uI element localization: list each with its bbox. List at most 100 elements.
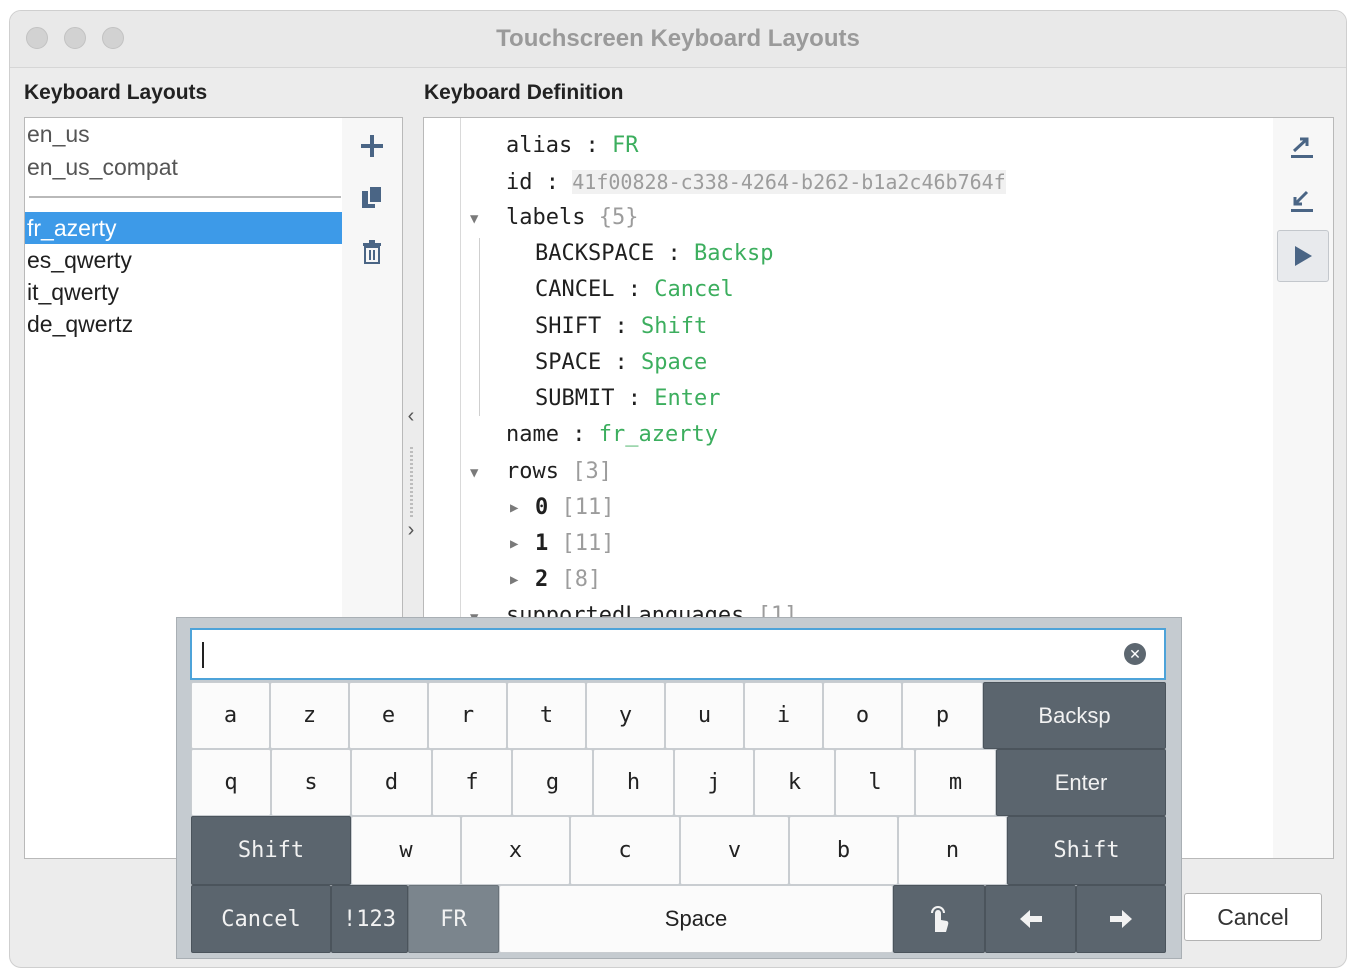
shift-key-left[interactable]: Shift [191,816,351,885]
key-x[interactable]: x [461,816,570,885]
arrow-left-icon [1019,910,1042,928]
numeric-key[interactable]: !123 [331,885,408,953]
node-value: Shift [640,314,708,339]
tree-node-label-entry[interactable]: BACKSPACE : Backsp [535,239,773,269]
tree-node-label-entry[interactable]: CANCEL : Cancel [535,275,734,305]
language-key[interactable]: FR [408,885,499,953]
cancel-button[interactable]: Cancel [1184,893,1322,941]
list-item[interactable]: es_qwerty [25,244,343,276]
node-value: 41f00828-c338-4264-b262-b1a2c46b764f [572,170,1006,194]
tree-node-rows[interactable]: rows [3] [506,457,612,487]
backspace-key[interactable]: Backsp [983,682,1166,749]
space-key[interactable]: Space [499,885,893,953]
key-p[interactable]: p [902,682,983,749]
key-c[interactable]: c [570,816,680,885]
definition-toolbar [1273,117,1334,859]
expand-triangle-icon[interactable]: ▶ [510,536,518,552]
key-q[interactable]: q [191,749,271,816]
key-a[interactable]: a [191,682,270,749]
tree-node-label-entry[interactable]: SHIFT : Shift [535,312,707,342]
splitter-grip[interactable] [410,447,413,517]
tree-node-id[interactable]: id : 41f00828-c338-4264-b262-b1a2c46b764… [506,167,1006,197]
key-g[interactable]: g [512,749,593,816]
clear-input-icon[interactable]: ✕ [1124,643,1146,665]
node-value: FR [611,133,639,158]
key-m[interactable]: m [915,749,996,816]
list-item[interactable]: it_qwerty [25,276,343,308]
collapse-triangle-icon[interactable]: ▼ [470,211,478,227]
keyboard-text-input[interactable]: ✕ [190,628,1166,680]
key-n[interactable]: n [898,816,1007,885]
node-value: Backsp [693,241,774,266]
key-h[interactable]: h [593,749,674,816]
node-key: alias [506,133,573,158]
node-key: 0 [535,495,549,520]
expand-triangle-icon[interactable]: ▶ [510,572,518,588]
tree-node-label-entry[interactable]: SPACE : Space [535,348,707,378]
node-count: {5} [598,205,639,230]
tree-node-row[interactable]: 2 [8] [535,565,601,595]
tree-node-alias[interactable]: alias : FR [506,131,638,161]
layouts-label: Keyboard Layouts [24,81,208,104]
export-button[interactable] [1277,122,1327,172]
key-i[interactable]: i [744,682,823,749]
key-v[interactable]: v [680,816,789,885]
export-icon [1291,137,1313,158]
key-t[interactable]: t [507,682,586,749]
touch-hand-icon [931,906,949,932]
keyboard-cancel-key[interactable]: Cancel [191,885,331,953]
node-value: Cancel [654,277,734,302]
node-key: rows [506,459,559,484]
enter-key[interactable]: Enter [996,749,1166,816]
key-s[interactable]: s [271,749,351,816]
import-button[interactable] [1277,176,1327,226]
collapse-triangle-icon[interactable]: ▼ [470,465,478,481]
touch-mode-key[interactable] [893,885,985,953]
list-item[interactable]: en_us [25,118,343,150]
tree-node-name[interactable]: name : fr_azerty [506,420,718,450]
key-z[interactable]: z [270,682,349,749]
key-e[interactable]: e [349,682,428,749]
plus-icon [361,135,383,157]
key-j[interactable]: j [674,749,754,816]
list-item-selected[interactable]: fr_azerty [25,212,343,244]
key-y[interactable]: y [586,682,665,749]
tree-node-labels[interactable]: labels {5} [506,203,638,233]
import-icon [1291,190,1313,212]
preview-play-icon [1295,246,1312,266]
add-layout-button[interactable] [342,124,402,168]
node-key: 1 [535,531,549,556]
duplicate-layout-button[interactable] [342,176,402,220]
node-key: SHIFT [535,314,602,339]
node-key: 2 [535,567,549,592]
key-o[interactable]: o [823,682,902,749]
shift-key-right[interactable]: Shift [1007,816,1166,885]
expand-triangle-icon[interactable]: ▶ [510,500,518,516]
key-w[interactable]: w [351,816,461,885]
list-item[interactable]: en_us_compat [25,151,343,183]
node-count: [11] [561,495,615,520]
cursor-right-key[interactable] [1076,885,1166,953]
list-item[interactable]: de_qwertz [25,308,343,340]
key-r[interactable]: r [428,682,507,749]
preview-button[interactable] [1277,230,1329,282]
cursor-left-key[interactable] [985,885,1076,953]
key-d[interactable]: d [351,749,432,816]
key-b[interactable]: b [789,816,898,885]
chevron-left-icon[interactable]: ‹ [402,405,420,428]
node-count: [3] [572,459,612,484]
key-l[interactable]: l [835,749,915,816]
title-bar: Touchscreen Keyboard Layouts [10,11,1346,68]
chevron-right-icon[interactable]: › [402,519,420,542]
key-k[interactable]: k [754,749,835,816]
touch-keyboard: ✕ a z e r t y u i o p Backsp q s d f g h… [176,617,1182,959]
key-u[interactable]: u [665,682,744,749]
tree-node-row[interactable]: 0 [11] [535,493,614,523]
node-key: name [506,422,559,447]
key-f[interactable]: f [432,749,512,816]
tree-node-label-entry[interactable]: SUBMIT : Enter [535,384,720,414]
trash-icon [363,240,381,264]
tree-node-row[interactable]: 1 [11] [535,529,614,559]
delete-layout-button[interactable] [342,230,402,274]
arrow-right-icon [1110,910,1132,928]
